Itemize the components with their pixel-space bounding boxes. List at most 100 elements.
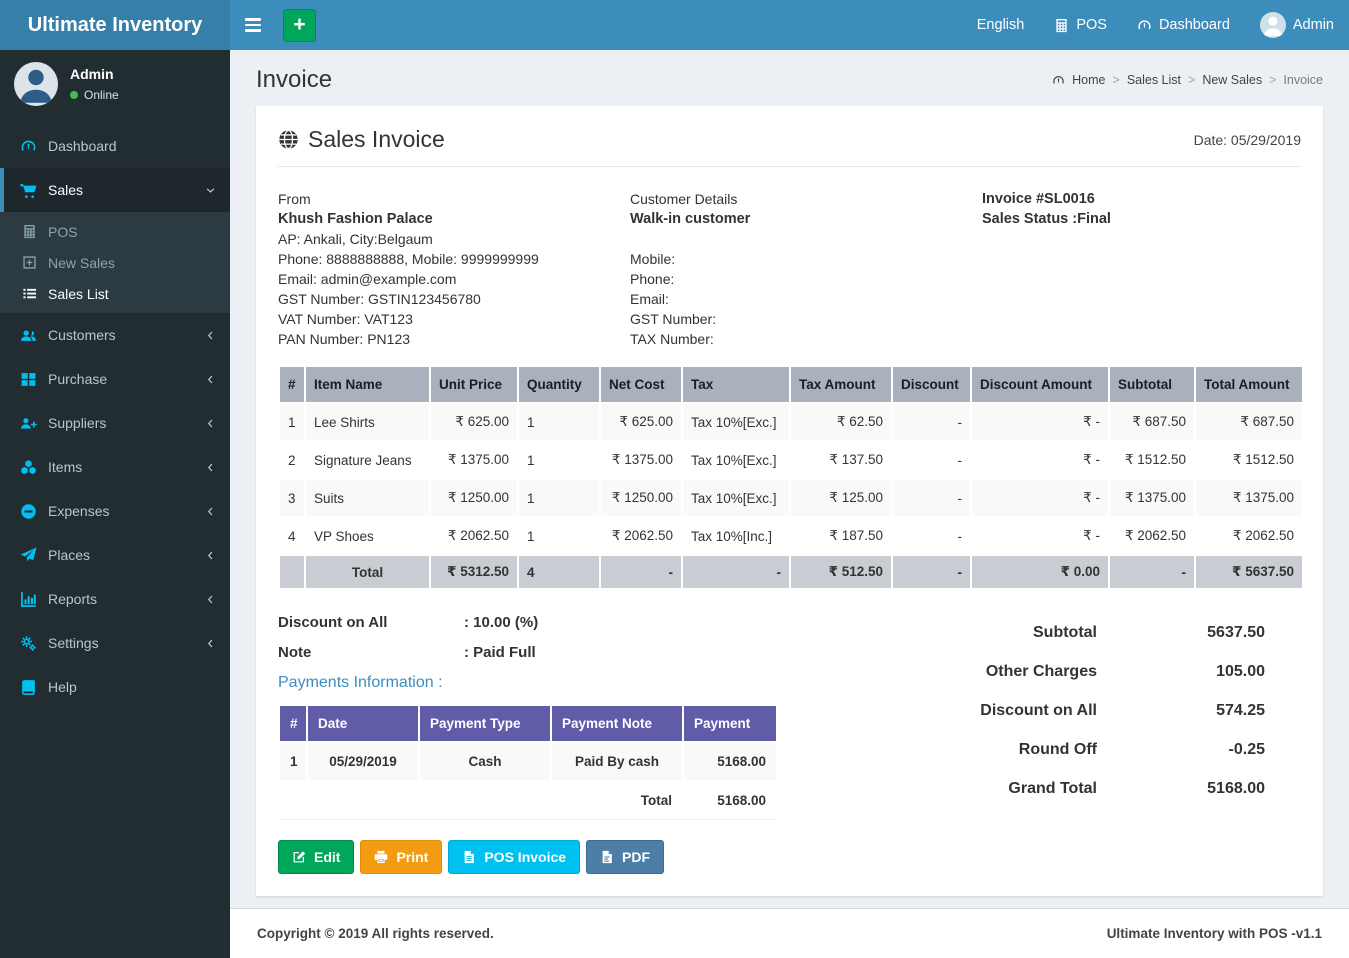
table-row: 1 05/29/2019 Cash Paid By cash 5168.00 (279, 742, 777, 781)
col-header: Discount Amount (971, 366, 1109, 403)
payments-table: # Date Payment Type Payment Note Payment… (278, 704, 778, 820)
from-line: PAN Number: PN123 (278, 329, 630, 349)
payments-header-row: # Date Payment Type Payment Note Payment (279, 705, 777, 742)
summary-row-discount: Discount on All 574.25 (836, 702, 1265, 720)
quick-add-button[interactable]: + (283, 9, 316, 42)
breadcrumb-sales-list[interactable]: Sales List (1127, 73, 1181, 87)
sidebar-item-items[interactable]: Items (0, 445, 230, 489)
sales-status: Sales Status :Final (982, 209, 1301, 229)
sidebar-user-name: Admin (70, 66, 119, 82)
col-header: Payment Type (419, 705, 551, 742)
customer-line: Phone: (630, 269, 982, 289)
file-icon (462, 850, 476, 864)
col-header: Quantity (518, 366, 600, 403)
calculator-icon (1054, 18, 1069, 33)
sidebar-item-purchase[interactable]: Purchase (0, 357, 230, 401)
list-icon (22, 286, 37, 301)
invoice-info-columns: From Khush Fashion Palace AP: Ankali, Ci… (278, 189, 1301, 349)
from-block: From Khush Fashion Palace AP: Ankali, Ci… (278, 189, 630, 349)
globe-icon (278, 129, 299, 150)
edit-button[interactable]: Edit (278, 840, 354, 874)
pos-invoice-button[interactable]: POS Invoice (448, 840, 580, 874)
sidebar: Admin Online Dashboard Sales POS (0, 50, 230, 958)
printer-icon (374, 850, 388, 864)
invoice-lower-left: Discount on All : 10.00 (%) Note : Paid … (278, 614, 836, 820)
customer-line: TAX Number: (630, 329, 982, 349)
invoice-summary: Subtotal 5637.50 Other Charges 105.00 Di… (836, 614, 1265, 819)
cart-icon (20, 182, 37, 199)
footer-version: Ultimate Inventory with POS -v1.1 (1107, 926, 1322, 941)
user-menu[interactable]: Admin (1245, 0, 1349, 50)
footer-copyright: Copyright © 2019 All rights reserved. (257, 926, 494, 941)
col-header: Payment Note (551, 705, 683, 742)
page-title: Invoice (256, 66, 332, 94)
nav-dashboard-label: Dashboard (1159, 17, 1230, 33)
cubes-icon (20, 459, 37, 476)
sidebar-user-status[interactable]: Online (70, 88, 119, 102)
invoice-actions: Edit Print POS Invoice PDF (278, 840, 1301, 874)
col-header: Item Name (305, 366, 430, 403)
col-header: Discount (892, 366, 971, 403)
chevron-left-icon (205, 418, 216, 429)
discount-on-all-value: : 10.00 (%) (464, 614, 538, 631)
sidebar-toggle-button[interactable] (230, 0, 276, 50)
discount-on-all-row: Discount on All : 10.00 (%) (278, 614, 836, 631)
app-logo[interactable]: Ultimate Inventory (0, 0, 230, 50)
gears-icon (20, 635, 37, 652)
nav-pos-label: POS (1076, 17, 1107, 33)
nav-dashboard-link[interactable]: Dashboard (1122, 0, 1245, 50)
sidebar-item-new-sales[interactable]: New Sales (0, 247, 230, 278)
payments-heading: Payments Information : (278, 674, 836, 692)
from-line: GST Number: GSTIN123456780 (278, 289, 630, 309)
payments-total-row: Total 5168.00 (279, 781, 777, 820)
sidebar-item-settings[interactable]: Settings (0, 621, 230, 665)
invoice-meta-block: Invoice #SL0016 Sales Status :Final (982, 189, 1301, 349)
user-plus-icon (20, 415, 37, 432)
note-value: : Paid Full (464, 644, 536, 661)
invoice-items-table: # Item Name Unit Price Quantity Net Cost… (278, 365, 1304, 590)
users-icon (20, 327, 37, 344)
calculator-icon (22, 224, 37, 239)
invoice-lower-section: Discount on All : 10.00 (%) Note : Paid … (278, 614, 1301, 820)
breadcrumb-new-sales[interactable]: New Sales (1202, 73, 1262, 87)
sidebar-item-expenses[interactable]: Expenses (0, 489, 230, 533)
sidebar-item-reports[interactable]: Reports (0, 577, 230, 621)
chevron-left-icon (205, 374, 216, 385)
breadcrumb-home[interactable]: Home (1072, 73, 1105, 87)
dashboard-gauge-icon (1137, 18, 1152, 33)
sidebar-item-pos[interactable]: POS (0, 216, 230, 247)
customer-name: Walk-in customer (630, 209, 982, 229)
nav-pos-link[interactable]: POS (1039, 0, 1122, 50)
print-button[interactable]: Print (360, 840, 442, 874)
language-menu[interactable]: English (962, 0, 1040, 50)
from-name: Khush Fashion Palace (278, 209, 630, 229)
sidebar-item-suppliers[interactable]: Suppliers (0, 401, 230, 445)
sidebar-item-sales-list[interactable]: Sales List (0, 278, 230, 309)
minus-circle-icon (20, 503, 37, 520)
note-label: Note (278, 644, 464, 661)
table-row: 4 VP Shoes ₹ 2062.50 1 ₹ 2062.50 Tax 10%… (279, 517, 1303, 555)
navbar-right-menu: English POS Dashboard Admin (962, 0, 1349, 50)
sidebar-item-dashboard[interactable]: Dashboard (0, 124, 230, 168)
breadcrumb: Home > Sales List > New Sales > Invoice (1052, 73, 1323, 87)
pdf-button[interactable]: PDF (586, 840, 664, 874)
sidebar-item-places[interactable]: Places (0, 533, 230, 577)
breadcrumb-current: Invoice (1283, 73, 1323, 87)
payments-total-label: Total (551, 781, 683, 820)
sidebar-item-customers[interactable]: Customers (0, 313, 230, 357)
col-header: # (279, 366, 305, 403)
sidebar-item-help[interactable]: Help (0, 665, 230, 709)
summary-row-grand-total: Grand Total 5168.00 (836, 780, 1265, 798)
sidebar-user-panel: Admin Online (0, 50, 230, 120)
paper-plane-icon (20, 547, 37, 564)
customer-heading: Customer Details (630, 189, 982, 209)
table-row: 1 Lee Shirts ₹ 625.00 1 ₹ 625.00 Tax 10%… (279, 403, 1303, 441)
user-menu-label: Admin (1293, 17, 1334, 33)
chevron-left-icon (205, 330, 216, 341)
invoice-number: Invoice #SL0016 (982, 189, 1301, 209)
sidebar-item-sales[interactable]: Sales (0, 168, 230, 212)
sidebar-menu: Dashboard Sales POS New Sales Sales (0, 124, 230, 709)
dashboard-gauge-icon (20, 138, 37, 155)
from-line: AP: Ankali, City:Belgaum (278, 229, 630, 249)
from-line: Phone: 8888888888, Mobile: 9999999999 (278, 249, 630, 269)
